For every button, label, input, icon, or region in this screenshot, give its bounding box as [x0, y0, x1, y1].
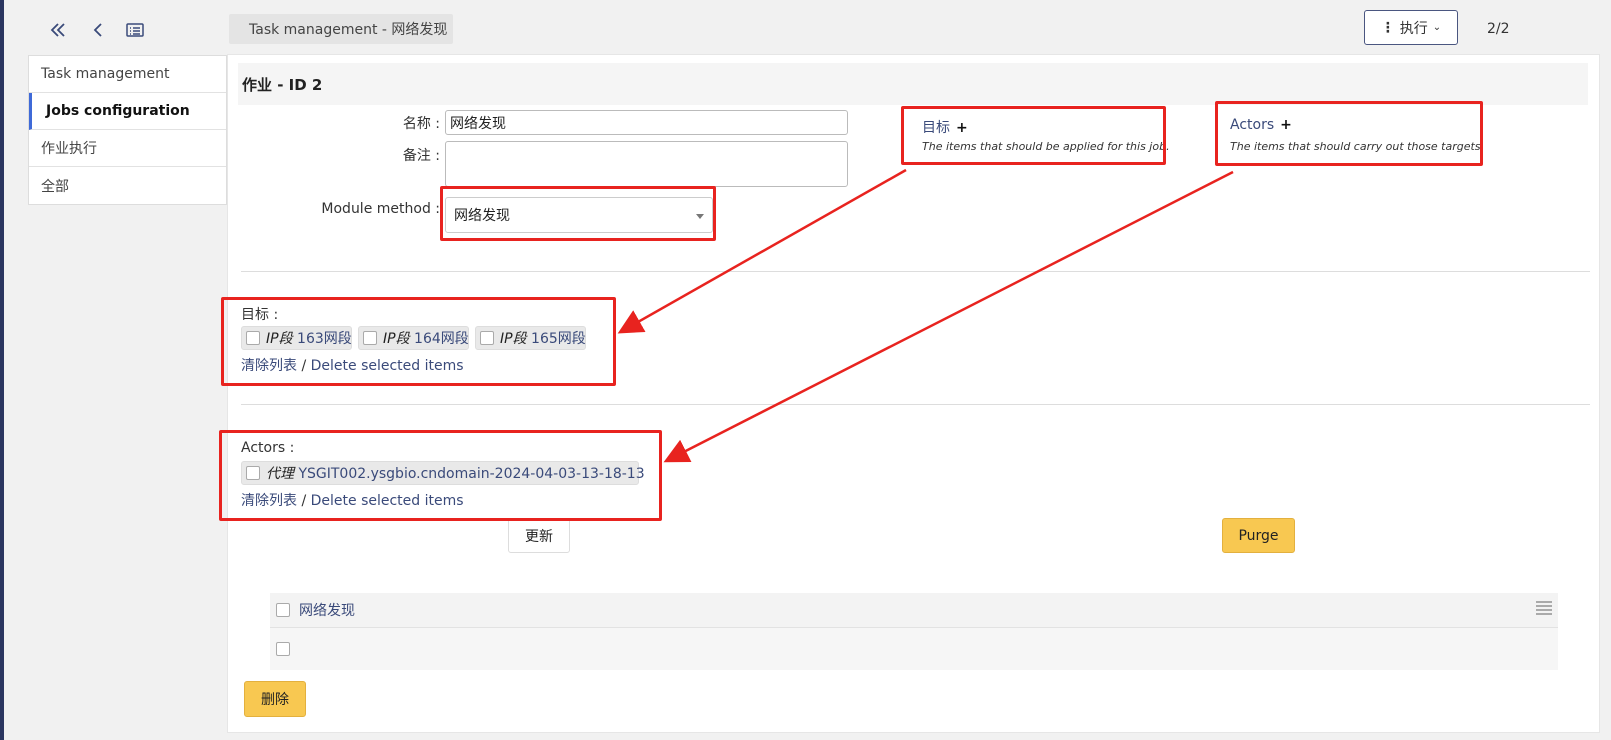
targets-label: 目标 : [241, 307, 279, 323]
table-row [270, 628, 1558, 670]
actor-checkbox[interactable] [246, 466, 260, 480]
target-checkbox[interactable] [363, 331, 377, 345]
target-checkbox[interactable] [480, 331, 494, 345]
target-chip[interactable]: IP段 164网段 [358, 326, 469, 350]
row-checkbox[interactable] [276, 642, 290, 656]
name-label: 名称 : [402, 116, 440, 132]
page-title: 作业 - ID 2 [238, 63, 1588, 105]
delete-selected-actors-link[interactable]: Delete selected items [311, 493, 464, 509]
sidebar-item-all[interactable]: 全部 [29, 167, 226, 204]
window-edge [0, 0, 4, 740]
targets-actions: 清除列表 / Delete selected items [241, 355, 464, 375]
chevron-down-icon: ⌄ [1432, 22, 1442, 33]
add-target-icon[interactable]: + [956, 120, 968, 136]
actors-description: The items that should carry out those ta… [1230, 140, 1485, 153]
purge-button[interactable]: Purge [1222, 518, 1295, 553]
target-chip[interactable]: IP段 163网段 [241, 326, 352, 350]
divider [241, 404, 1590, 405]
chevron-left-icon[interactable] [86, 18, 110, 42]
column-header[interactable]: 网络发现 [299, 600, 355, 620]
name-input[interactable] [445, 110, 848, 135]
note-label: 备注 : [402, 148, 440, 164]
targets-description: The items that should be applied for thi… [922, 140, 1170, 153]
actors-label: Actors : [241, 440, 295, 456]
target-checkbox[interactable] [246, 331, 260, 345]
divider [241, 271, 1590, 272]
breadcrumb: Task management - 网络发现 [229, 14, 453, 44]
column-menu-icon[interactable] [1536, 601, 1552, 615]
list-view-icon[interactable] [123, 18, 147, 42]
dropdown-caret-icon [696, 214, 704, 219]
target-chip[interactable]: IP段 165网段 [475, 326, 586, 350]
module-method-select[interactable]: 网络发现 [445, 197, 713, 233]
actor-chip[interactable]: 代理 YSGIT002.ysgbio.cndomain-2024-04-03-1… [241, 461, 645, 485]
execute-menu-button[interactable]: ⋮ 执行 ⌄ [1364, 10, 1458, 45]
separator: / [301, 358, 307, 374]
jobs-table: 网络发现 [270, 593, 1558, 670]
delete-selected-targets-link[interactable]: Delete selected items [311, 358, 464, 374]
double-chevron-left-icon[interactable] [46, 18, 70, 42]
clear-actors-link[interactable]: 清除列表 [241, 493, 297, 509]
sidebar-item-job-execution[interactable]: 作业执行 [29, 130, 226, 167]
sidebar-item-jobs-configuration[interactable]: Jobs configuration [29, 93, 226, 130]
targets-header[interactable]: 目标 + [922, 117, 968, 137]
update-button[interactable]: 更新 [508, 518, 570, 553]
kebab-icon: ⋮ [1380, 19, 1395, 36]
sidebar-item-task-management[interactable]: Task management [29, 56, 226, 93]
actors-header[interactable]: Actors + [1230, 117, 1292, 133]
execute-label: 执行 [1399, 20, 1428, 37]
add-actor-icon[interactable]: + [1280, 117, 1292, 133]
module-method-label: Module method : [321, 201, 440, 217]
clear-targets-link[interactable]: 清除列表 [241, 358, 297, 374]
separator: / [301, 493, 307, 509]
select-all-checkbox[interactable] [276, 603, 290, 617]
table-header: 网络发现 [270, 593, 1558, 628]
sidebar: Task management Jobs configuration 作业执行 … [28, 55, 227, 205]
delete-button[interactable]: 删除 [244, 681, 306, 717]
actors-actions: 清除列表 / Delete selected items [241, 490, 464, 510]
page-count: 2/2 [1487, 21, 1510, 37]
note-textarea[interactable] [445, 141, 848, 187]
